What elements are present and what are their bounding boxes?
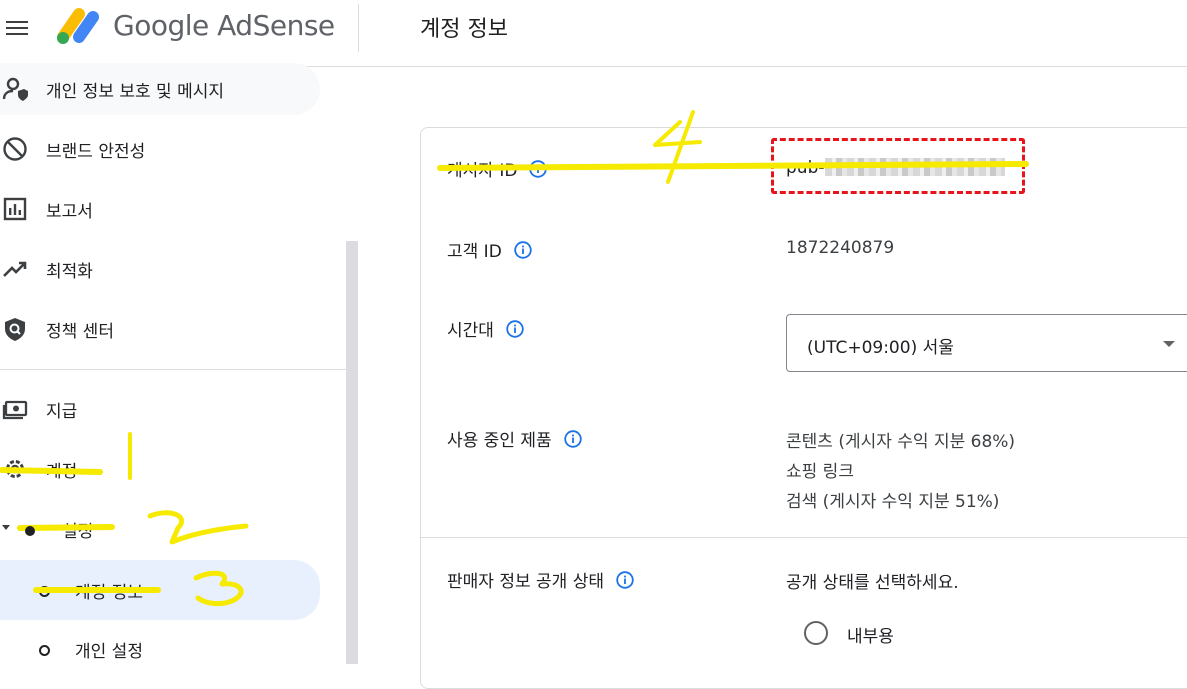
menu-icon[interactable] <box>6 16 30 38</box>
gear-icon <box>6 460 24 478</box>
account-info-card: 게시자 ID pub- 고객 ID 1872240879 시간대 (UTC+09… <box>420 127 1187 689</box>
timezone-select[interactable]: (UTC+09:00) 서울 <box>786 314 1187 372</box>
sidebar: 개인 정보 보호 및 메시지 브랜드 안전성 보고서 최적화 정책 센터 지급 … <box>0 63 358 664</box>
header-divider <box>358 4 359 52</box>
sidebar-item-account[interactable]: 계정 <box>0 443 320 495</box>
sidebar-item-label: 개인 설정 <box>75 641 143 662</box>
bullet-icon <box>39 645 50 656</box>
sidebar-item-privacy-messaging[interactable]: 개인 정보 보호 및 메시지 <box>0 63 320 115</box>
sidebar-item-optimization[interactable]: 최적화 <box>0 243 320 295</box>
publisher-id-row: 게시자 ID <box>447 156 548 181</box>
privacy-icon <box>2 77 28 101</box>
timezone-selected-value: (UTC+09:00) 서울 <box>807 338 954 358</box>
info-icon[interactable] <box>563 429 582 448</box>
sidebar-item-personal-settings[interactable]: 개인 설정 <box>0 623 320 675</box>
top-app-bar: Google AdSense 계정 정보 <box>0 0 1187 67</box>
info-icon[interactable] <box>514 240 532 259</box>
card-divider <box>421 537 1187 538</box>
sidebar-item-account-info[interactable]: 계정 정보 <box>0 560 320 620</box>
adsense-logo-icon[interactable] <box>55 5 101 45</box>
product-item: 콘텐츠 (게시자 수익 지분 68%) <box>786 432 1016 452</box>
sidebar-item-payments[interactable]: 지급 <box>0 383 320 435</box>
sidebar-item-label: 개인 정보 보호 및 메시지 <box>46 81 225 102</box>
annotation-red-box <box>771 138 1025 194</box>
sidebar-item-label: 정책 센터 <box>46 321 114 342</box>
report-icon <box>3 197 27 221</box>
internal-radio[interactable] <box>804 621 828 645</box>
sidebar-item-label: 계정 <box>46 461 78 482</box>
sidebar-item-policy-center[interactable]: 정책 센터 <box>0 303 320 355</box>
product-item: 검색 (게시자 수익 지분 51%) <box>786 492 1000 512</box>
sidebar-item-label: 최적화 <box>46 261 93 282</box>
customer-id-value: 1872240879 <box>786 238 895 258</box>
products-label: 사용 중인 제품 <box>447 431 552 451</box>
block-icon <box>3 137 27 161</box>
sidebar-item-label: 브랜드 안전성 <box>46 141 146 162</box>
sidebar-item-reports[interactable]: 보고서 <box>0 183 320 235</box>
chevron-down-icon[interactable] <box>2 525 10 530</box>
timezone-row: 시간대 <box>447 316 524 341</box>
sidebar-item-label: 지급 <box>46 401 78 422</box>
info-icon[interactable] <box>616 570 634 589</box>
page-title: 계정 정보 <box>420 17 508 42</box>
product-item: 쇼핑 링크 <box>786 462 854 482</box>
seller-visibility-label: 판매자 정보 공개 상태 <box>447 572 604 592</box>
sidebar-item-label: 보고서 <box>46 201 93 222</box>
trending-up-icon <box>3 261 27 277</box>
seller-visibility-prompt: 공개 상태를 선택하세요. <box>786 573 959 593</box>
customer-id-row: 고객 ID <box>447 237 532 262</box>
dropdown-arrow-icon[interactable] <box>1163 341 1175 347</box>
sidebar-item-label: 설정 <box>62 521 94 542</box>
sidebar-divider <box>0 369 346 370</box>
publisher-id-label: 게시자 ID <box>447 161 518 181</box>
brand-name[interactable]: Google AdSense <box>113 9 335 42</box>
internal-radio-label[interactable]: 내부용 <box>847 622 894 647</box>
sidebar-item-label: 계정 정보 <box>75 582 143 603</box>
sidebar-item-brand-safety[interactable]: 브랜드 안전성 <box>0 123 320 175</box>
seller-visibility-row: 판매자 정보 공개 상태 <box>447 567 634 592</box>
info-icon[interactable] <box>506 319 524 338</box>
customer-id-label: 고객 ID <box>447 242 502 262</box>
products-row: 사용 중인 제품 <box>447 426 582 451</box>
timezone-label: 시간대 <box>447 321 494 341</box>
bullet-icon <box>39 586 50 597</box>
payments-icon <box>2 400 28 420</box>
sidebar-scrollbar[interactable] <box>346 241 358 664</box>
sidebar-item-settings[interactable]: 설정 <box>0 503 320 555</box>
policy-icon <box>5 318 25 341</box>
info-icon[interactable] <box>529 159 548 178</box>
